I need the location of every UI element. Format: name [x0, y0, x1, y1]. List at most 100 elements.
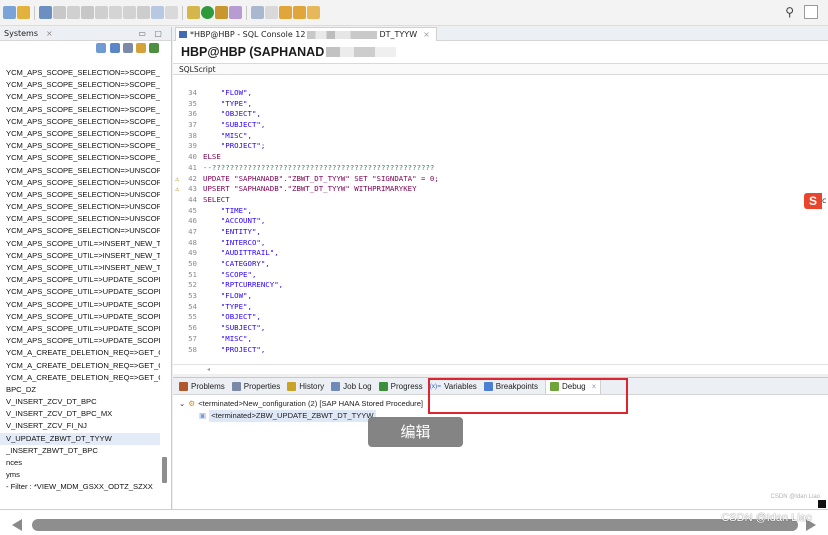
tab-title: *HBP@HBP - SQL Console 12: [190, 30, 306, 39]
pause-icon[interactable]: [67, 6, 80, 19]
list-item[interactable]: V_INSERT_ZCV_FI_NJ: [0, 420, 160, 432]
list-item[interactable]: - Filter : *VIEW_MDM_GSXX_ODTZ_SZXX: [0, 481, 160, 493]
code-line: 50 "CATEGORY",: [173, 259, 828, 270]
forward-icon[interactable]: [293, 6, 306, 19]
run-green-icon[interactable]: [201, 6, 214, 19]
list-item[interactable]: YCM_APS_SCOPE_SELECTION=>UNSCOP: [0, 165, 160, 177]
list-item[interactable]: YCM_APS_SCOPE_SELECTION=>SCOPE_U: [0, 128, 160, 140]
collapse-icon[interactable]: [123, 43, 133, 53]
step-icon[interactable]: [53, 6, 66, 19]
tab-label: Progress: [390, 381, 423, 391]
filter-icon[interactable]: [110, 43, 120, 53]
sqlscript-subtab[interactable]: SQLScript: [173, 63, 828, 75]
systems-tab[interactable]: Systems × ▭ ▢: [0, 27, 171, 41]
refresh-icon[interactable]: [136, 43, 146, 53]
left-scrollbar[interactable]: [162, 457, 167, 483]
list-item[interactable]: BPC_DZ: [0, 384, 160, 396]
list-item[interactable]: yms: [0, 469, 160, 481]
list-item[interactable]: YCM_APS_SCOPE_SELECTION=>SCOPE_U: [0, 140, 160, 152]
list-item[interactable]: YCM_APS_SCOPE_SELECTION=>SCOPE_C: [0, 91, 160, 103]
disconnect-icon[interactable]: [95, 6, 108, 19]
line-number: 50: [188, 259, 197, 268]
list-item[interactable]: YCM_APS_SCOPE_SELECTION=>SCOPE_C: [0, 116, 160, 128]
search-files-icon[interactable]: [251, 6, 264, 19]
list-item[interactable]: V_UPDATE_ZBWT_DT_TYYW: [0, 432, 160, 445]
tab-history[interactable]: History: [287, 381, 324, 391]
list-item[interactable]: YCM_APS_SCOPE_UTIL=>UPDATE_SCOPE: [0, 286, 160, 298]
list-item[interactable]: YCM_APS_SCOPE_UTIL=>INSERT_NEW_T/: [0, 250, 160, 262]
connection-title: HBP@HBP (SAPHANAD: [181, 45, 325, 59]
warning-icon[interactable]: ⚠: [175, 174, 179, 185]
code-text: --??????????????????????????????????????…: [203, 162, 435, 172]
open-type-icon[interactable]: [229, 6, 242, 19]
list-item[interactable]: _INSERT_ZBWT_DT_BPC: [0, 445, 160, 457]
step-over-icon[interactable]: [123, 6, 136, 19]
debug-icon[interactable]: [187, 6, 200, 19]
list-item[interactable]: YCM_A_CREATE_DELETION_REQ=>GET_O: [0, 372, 160, 384]
launch-label: <terminated>New_configuration (2) [SAP H…: [198, 399, 424, 408]
search-icon[interactable]: ⚲: [785, 5, 794, 19]
add-system-icon[interactable]: [96, 43, 106, 53]
list-item[interactable]: nces: [0, 457, 160, 469]
list-item[interactable]: YCM_APS_SCOPE_SELECTION=>SCOPE_U: [0, 152, 160, 164]
save-icon[interactable]: [39, 6, 52, 19]
close-icon[interactable]: ×: [423, 30, 430, 39]
expand-icon[interactable]: ⌄: [179, 398, 185, 410]
code-line: 37 "SUBJECT",: [173, 120, 828, 131]
close-icon[interactable]: ×: [46, 29, 53, 38]
scroll-left-icon[interactable]: [12, 519, 22, 531]
list-item[interactable]: V_INSERT_ZCV_DT_BPC: [0, 396, 160, 408]
warning-icon[interactable]: ⚠: [175, 184, 179, 195]
list-item[interactable]: YCM_APS_SCOPE_UTIL=>INSERT_NEW_T/: [0, 238, 160, 250]
list-item[interactable]: YCM_APS_SCOPE_SELECTION=>UNSCOP: [0, 177, 160, 189]
ime-badge[interactable]: S: [804, 193, 822, 209]
edit-button[interactable]: 编辑: [368, 417, 463, 447]
history-icon: [287, 381, 297, 391]
sql-console-tab[interactable]: *HBP@HBP - SQL Console 12 DT_TYYW ×: [175, 27, 437, 41]
code-text: "ACCOUNT",: [203, 216, 266, 226]
tab-job-log[interactable]: Job Log: [331, 381, 372, 391]
list-item[interactable]: YCM_APS_SCOPE_SELECTION=>UNSCOP: [0, 213, 160, 225]
list-item[interactable]: YCM_APS_SCOPE_UTIL=>UPDATE_SCOPE: [0, 274, 160, 286]
stop-icon[interactable]: [81, 6, 94, 19]
list-item[interactable]: YCM_APS_SCOPE_UTIL=>INSERT_NEW_T/: [0, 262, 160, 274]
code-area[interactable]: 34 "FLOW", 35 "TYPE", 36 "OBJECT", 37 "SUBJ…: [173, 88, 828, 355]
list-item[interactable]: YCM_APS_SCOPE_SELECTION=>UNSCOP: [0, 225, 160, 237]
step-into-icon[interactable]: [109, 6, 122, 19]
list-item[interactable]: YCM_APS_SCOPE_SELECTION=>SCOPE_C: [0, 67, 160, 79]
scroll-thumb[interactable]: [32, 519, 798, 531]
line-number: 55: [188, 312, 197, 322]
new-file-icon[interactable]: [17, 6, 30, 19]
code-line: 53 "FLOW",: [173, 291, 828, 302]
perspective-icon[interactable]: [804, 5, 818, 19]
back-icon[interactable]: [279, 6, 292, 19]
list-item[interactable]: YCM_APS_SCOPE_SELECTION=>SCOPE_C: [0, 104, 160, 116]
code-text: "INTERCO",: [203, 237, 266, 247]
list-item[interactable]: YCM_APS_SCOPE_SELECTION=>UNSCOP: [0, 201, 160, 213]
sql-icon[interactable]: [151, 6, 164, 19]
link-icon[interactable]: [149, 43, 159, 53]
list-item[interactable]: YCM_A_CREATE_DELETION_REQ=>GET_O: [0, 360, 160, 372]
tab-properties[interactable]: Properties: [231, 381, 280, 391]
window-controls[interactable]: ▭ ▢: [138, 29, 165, 38]
run-icon[interactable]: [3, 6, 16, 19]
line-number: 53: [188, 291, 197, 301]
line-number: 56: [188, 323, 197, 333]
tab-progress[interactable]: Progress: [378, 381, 423, 391]
list-item[interactable]: YCM_APS_SCOPE_UTIL=>UPDATE_SCOPE: [0, 335, 160, 347]
list-item[interactable]: YCM_APS_SCOPE_UTIL=>UPDATE_SCOPE: [0, 299, 160, 311]
annotation-icon[interactable]: [265, 6, 278, 19]
editor-hscrollbar[interactable]: ◂: [173, 364, 828, 373]
list-item[interactable]: YCM_APS_SCOPE_SELECTION=>SCOPE_C: [0, 79, 160, 91]
list-item[interactable]: YCM_APS_SCOPE_SELECTION=>UNSCOP: [0, 189, 160, 201]
tab-problems[interactable]: Problems: [179, 381, 225, 391]
step-return-icon[interactable]: [137, 6, 150, 19]
list-item[interactable]: YCM_APS_SCOPE_UTIL=>UPDATE_SCOPE: [0, 323, 160, 335]
external-tools-icon[interactable]: [215, 6, 228, 19]
list-item[interactable]: V_INSERT_ZCV_DT_BPC_MX: [0, 408, 160, 420]
list-item[interactable]: YCM_A_CREATE_DELETION_REQ=>GET_O: [0, 347, 160, 359]
toggle-icon[interactable]: [165, 6, 178, 19]
pin-editor-icon[interactable]: [307, 6, 320, 19]
list-item[interactable]: YCM_APS_SCOPE_UTIL=>UPDATE_SCOPE: [0, 311, 160, 323]
code-line: 51 "SCOPE",: [173, 270, 828, 281]
